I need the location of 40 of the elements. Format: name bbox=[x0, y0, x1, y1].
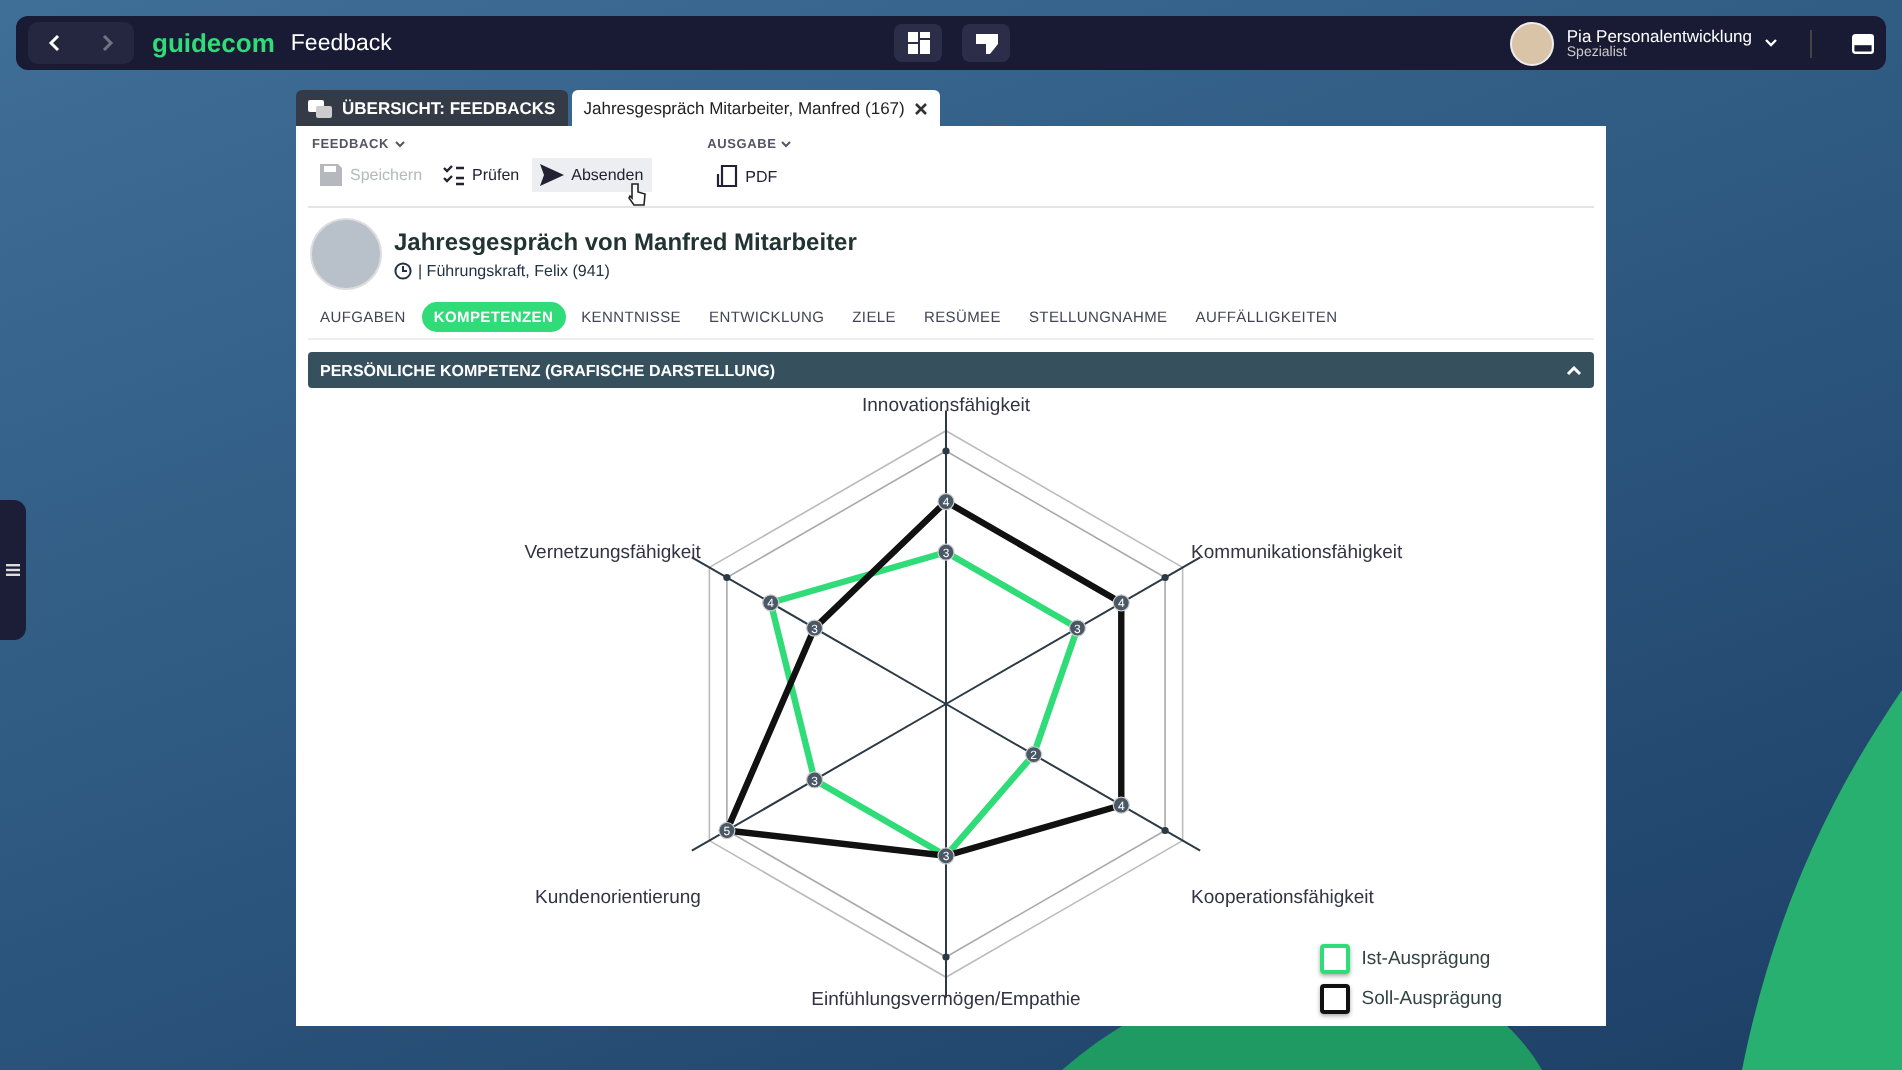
reviewer-info: | Führungskraft, Felix (941) bbox=[418, 262, 610, 280]
document-icon bbox=[715, 164, 738, 188]
forward-icon[interactable] bbox=[101, 34, 114, 52]
menu-icon[interactable] bbox=[6, 564, 20, 576]
clock-icon bbox=[394, 262, 412, 280]
app-logo: guidecom bbox=[152, 28, 275, 58]
app-title: Feedback bbox=[290, 31, 392, 55]
dashboard-icon[interactable] bbox=[907, 32, 929, 54]
axis-label: Kooperationsfähigkeit bbox=[1191, 886, 1374, 909]
photo-placeholder bbox=[310, 218, 382, 290]
dashboard-button[interactable] bbox=[894, 24, 942, 62]
note-icon[interactable] bbox=[975, 33, 997, 53]
hand-cursor-icon bbox=[627, 182, 646, 206]
caret-icon[interactable] bbox=[393, 140, 406, 148]
inbox-icon[interactable] bbox=[1852, 33, 1874, 53]
chat-bubbles-icon bbox=[308, 99, 332, 117]
user-name[interactable]: Pia Personalentwicklung bbox=[1566, 26, 1752, 46]
toolbar-button[interactable]: Prüfen bbox=[434, 158, 528, 192]
axis-label: Kundenorientierung bbox=[535, 886, 701, 909]
document-tab[interactable]: ÜBERSICHT: FEEDBACKS bbox=[296, 90, 568, 126]
axis-label: Vernetzungsfähigkeit bbox=[524, 541, 701, 564]
axis-label: Kommunikationsfähigkeit bbox=[1191, 541, 1403, 564]
side-panel-handle[interactable] bbox=[0, 500, 26, 640]
chevron-icon[interactable] bbox=[1566, 365, 1582, 375]
avatar-icon bbox=[1510, 21, 1555, 65]
legend-label: Soll-Ausprägung bbox=[1361, 988, 1502, 1010]
axis-label: Einfühlungsvermögen/Empathie bbox=[811, 989, 1081, 1012]
caret-icon[interactable] bbox=[780, 140, 793, 148]
legend-label: Ist-Ausprägung bbox=[1361, 948, 1491, 970]
document-tab[interactable]: Jahresgespräch Mitarbeiter, Manfred (167) bbox=[571, 90, 941, 126]
notes-button[interactable] bbox=[962, 24, 1010, 62]
section-header[interactable]: PERSÖNLICHE KOMPETENZ (GRAFISCHE DARSTELLUNG) bbox=[308, 352, 1594, 388]
feedback-title: Jahresgespräch von Manfred Mitarbeiter bbox=[394, 228, 857, 256]
send-icon bbox=[539, 164, 564, 186]
checklist-icon bbox=[442, 164, 465, 186]
close-icon[interactable] bbox=[914, 101, 929, 115]
back-icon[interactable] bbox=[48, 34, 61, 52]
axis-label: Innovationsfähigkeit bbox=[862, 394, 1030, 417]
toolbar-button[interactable]: PDF bbox=[707, 158, 786, 194]
section-title: PERSÖNLICHE KOMPETENZ (GRAFISCHE DARSTELLUNG) bbox=[320, 361, 776, 379]
